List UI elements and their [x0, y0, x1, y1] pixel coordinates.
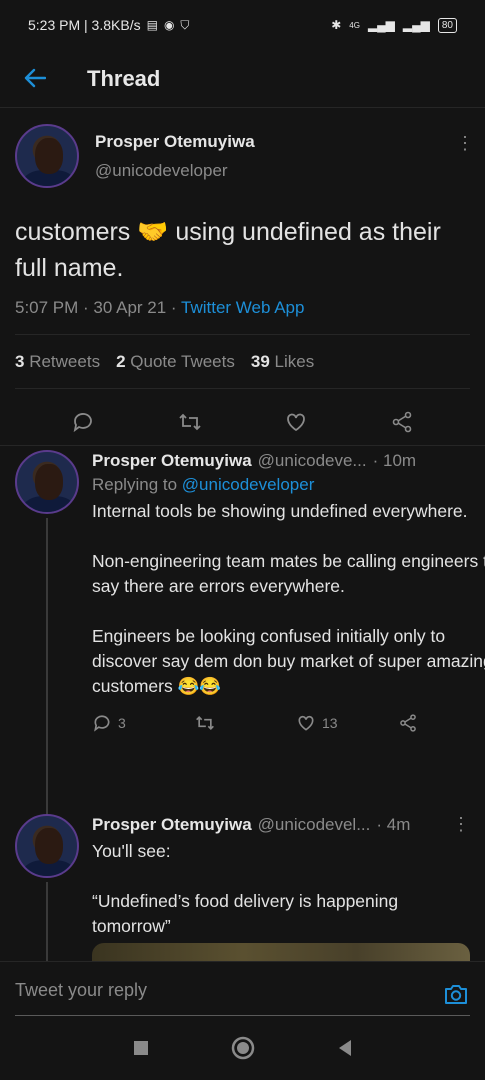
bluetooth-icon: ✱	[331, 18, 342, 32]
status-bar: 5:23 PM | 3.8KB/s ▤ ◉ ⛉ ✱ 4G ▂▄▆ ▂▄▆ 80	[0, 0, 485, 50]
avatar[interactable]	[15, 814, 79, 878]
main-tweet: Prosper Otemuyiwa @unicodeveloper ⋮ cust…	[0, 108, 485, 446]
tweet-time: · 10m	[372, 451, 417, 470]
tweet-time: · 4m	[376, 815, 411, 834]
author-handle[interactable]: @unicodeveloper	[95, 161, 255, 181]
like-count: 13	[322, 715, 338, 731]
camera-icon[interactable]	[443, 982, 469, 1011]
replying-to: Replying to @unicodeveloper	[92, 475, 315, 494]
quote-tweets-stat[interactable]: 2 Quote Tweets	[116, 352, 235, 372]
shield-icon: ⛉	[180, 17, 190, 32]
signal-icon: ▂▄▆	[367, 18, 395, 32]
more-options-icon[interactable]: ⋮	[452, 814, 470, 835]
page-title: Thread	[87, 65, 161, 91]
home-icon[interactable]	[231, 1036, 255, 1065]
thread-line	[46, 518, 48, 820]
share-icon	[400, 714, 416, 732]
reply-tweet[interactable]: Prosper Otemuyiwa @unicodeve... · 10m ⋮ …	[0, 450, 485, 820]
retweet-icon[interactable]	[177, 410, 203, 434]
reply-input[interactable]: Tweet your reply	[15, 980, 147, 1001]
avatar[interactable]	[15, 124, 79, 188]
author-name[interactable]: Prosper Otemuyiwa	[92, 451, 252, 471]
retweets-stat[interactable]: 3 Retweets	[15, 352, 100, 372]
network-label: 4G	[349, 20, 360, 30]
back-arrow-icon[interactable]	[0, 66, 70, 92]
input-underline	[15, 1015, 470, 1016]
tweet-text: Internal tools be showing undefined ever…	[92, 501, 485, 696]
replying-to-link[interactable]: @unicodeveloper	[182, 475, 315, 494]
system-nav-bar	[0, 1021, 485, 1080]
signal-icon-2: ▂▄▆	[402, 18, 430, 32]
share-button[interactable]	[398, 713, 485, 733]
message-icon: ▤	[146, 18, 158, 32]
reply-composer: Tweet your reply	[0, 961, 485, 1021]
tweet-text: customers 🤝 using undefined as their ful…	[15, 218, 441, 282]
like-icon[interactable]	[284, 410, 308, 434]
reply-button[interactable]: 3	[92, 713, 194, 733]
author-handle[interactable]: @unicodeve...	[258, 451, 367, 471]
avatar[interactable]	[15, 450, 79, 514]
app-icon: ◉	[163, 18, 175, 32]
author-name[interactable]: Prosper Otemuyiwa	[95, 132, 255, 152]
reply-icon	[94, 715, 110, 732]
likes-stat[interactable]: 39 Likes	[251, 352, 314, 372]
status-time: 5:23 PM | 3.8KB/s	[28, 17, 141, 33]
like-button[interactable]: 13	[296, 713, 398, 733]
reply-tweet[interactable]: Prosper Otemuyiwa @unicodevel... · 4m ⋮ …	[0, 814, 485, 962]
author-name[interactable]: Prosper Otemuyiwa	[92, 815, 252, 835]
thread-line	[46, 882, 48, 962]
tweet-actions: 3 13	[92, 713, 485, 733]
retweet-button[interactable]	[194, 713, 296, 733]
tweet-media-image[interactable]	[92, 943, 470, 961]
reply-count: 3	[118, 715, 126, 731]
tweet-text: You'll see: “Undefined’s food delivery i…	[92, 841, 399, 936]
battery-icon: 80	[437, 17, 457, 33]
reply-icon[interactable]	[71, 410, 95, 434]
back-icon[interactable]	[337, 1039, 353, 1062]
author-handle[interactable]: @unicodevel...	[258, 815, 371, 835]
like-icon	[298, 715, 314, 731]
tweet-timestamp: 5:07 PM · 30 Apr 21 ·	[15, 298, 181, 317]
share-icon[interactable]	[390, 410, 414, 434]
tweet-stats: 3 Retweets 2 Quote Tweets 39 Likes	[0, 335, 485, 372]
more-options-icon[interactable]: ⋮	[456, 134, 474, 152]
tweet-meta: 5:07 PM · 30 Apr 21 · Twitter Web App	[0, 286, 485, 318]
recents-icon[interactable]	[133, 1040, 149, 1061]
retweet-icon	[196, 715, 214, 731]
divider	[0, 445, 485, 446]
tweet-actions	[0, 389, 485, 445]
tweet-source-link[interactable]: Twitter Web App	[181, 298, 304, 317]
top-bar: Thread	[0, 50, 485, 108]
